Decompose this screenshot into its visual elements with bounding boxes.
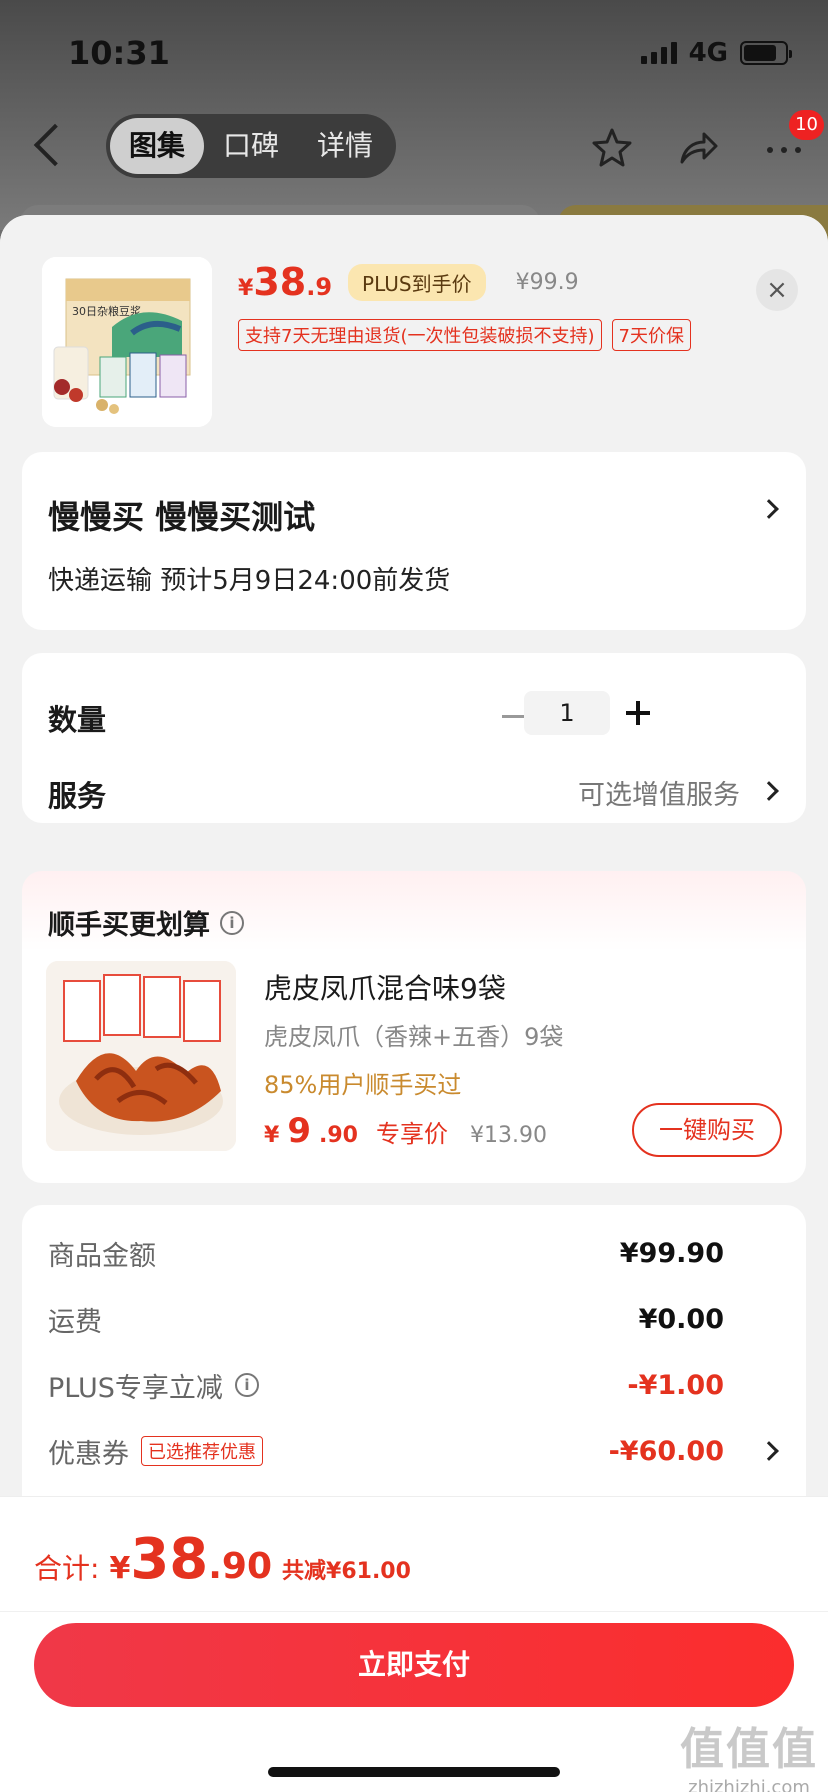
coupon-tag: 已选推荐优惠 (141, 1436, 263, 1466)
signal-icon (640, 42, 677, 64)
summary-row: 商品金额 ¥99.90 (48, 1237, 724, 1272)
pay-now-button[interactable]: 立即支付 (34, 1623, 794, 1707)
addon-subtitle: 虎皮凤爪（香辣+五香）9袋 (264, 1023, 564, 1051)
status-bar: 10:31 4G (0, 0, 828, 100)
total-amount: 合计: ¥ 38 .90 共减¥61.00 (34, 1527, 411, 1592)
addon-image[interactable] (46, 961, 236, 1151)
more-icon[interactable]: 10 (760, 110, 824, 172)
summary-row: PLUS专享立减 i -¥1.00 (48, 1369, 724, 1404)
tab-reviews[interactable]: 口碑 (204, 118, 298, 174)
plus-price-tag: PLUS到手价 (348, 263, 486, 301)
info-icon[interactable]: i (220, 910, 244, 935)
addon-name: 虎皮凤爪混合味9袋 (264, 972, 506, 1005)
quantity-plus-button[interactable] (626, 701, 650, 725)
price-protect-tag: 7天价保 (611, 319, 691, 351)
summary-row: 运费 ¥0.00 (48, 1303, 724, 1338)
top-nav: 图集 口碑 详情 10 (0, 110, 828, 190)
back-icon[interactable] (33, 123, 77, 167)
addon-card: 顺手买更划算 i 虎皮凤爪混合味9袋 虎皮凤爪（香辣+五香）9袋 85%用户顺手… (22, 871, 806, 1183)
checkout-footer: 合计: ¥ 38 .90 共减¥61.00 立即支付 值值值 zhizhizhi… (0, 1496, 828, 1792)
shipping-estimate: 快递运输 预计5月9日24:00前发货 (48, 566, 451, 596)
quantity-input[interactable]: 1 (524, 691, 610, 735)
service-value[interactable]: 可选增值服务 (578, 773, 740, 812)
battery-icon (740, 41, 792, 65)
addon-title: 顺手买更划算 i (48, 903, 244, 942)
chevron-right-icon (759, 499, 779, 519)
price-row: ¥38.9 PLUS到手价 ¥99.9 (238, 260, 579, 304)
product-thumbnail: 30日杂粮豆浆 (42, 257, 212, 427)
nav-actions: 10 (588, 110, 824, 172)
product-header: 30日杂粮豆浆 ¥38.9 PLUS到手价 ¥99.9 支持7天无理由退货(一次… (0, 215, 828, 455)
tab-details[interactable]: 详情 (298, 118, 392, 174)
divider (0, 1611, 828, 1612)
segment-tabs: 图集 口碑 详情 (106, 114, 396, 178)
return-policy-tag: 支持7天无理由退货(一次性包装破损不支持) (238, 319, 602, 351)
quantity-label: 数量 (48, 703, 107, 737)
tab-gallery[interactable]: 图集 (110, 118, 204, 174)
status-indicators: 4G (640, 38, 792, 68)
chevron-right-icon (759, 1441, 779, 1461)
price-summary-card: 商品金额 ¥99.90 运费 ¥0.00 PLUS专享立减 i -¥1.00 优惠… (22, 1205, 806, 1525)
service-label: 服务 (48, 779, 107, 813)
close-button[interactable]: × (756, 269, 798, 311)
addon-old-price: ¥13.90 (469, 1123, 547, 1148)
service-tags: 支持7天无理由退货(一次性包装破损不支持) 7天价保 (238, 319, 691, 351)
product-price: ¥38.9 (238, 260, 333, 304)
star-icon[interactable] (588, 124, 636, 172)
exclusive-price-tag: 专享价 (375, 1120, 448, 1148)
coupon-row[interactable]: 优惠券 已选推荐优惠 -¥60.00 (48, 1431, 780, 1471)
addon-popularity: 85%用户顺手买过 (264, 1071, 462, 1099)
chevron-right-icon (759, 781, 779, 801)
share-icon[interactable] (674, 124, 722, 172)
watermark: 值值值 zhizhizhi.com (680, 1724, 818, 1792)
quantity-card: 数量 1 服务 可选增值服务 (22, 653, 806, 823)
one-click-buy-button[interactable]: 一键购买 (632, 1103, 782, 1157)
total-saved: 共减¥61.00 (282, 1559, 411, 1584)
original-price: ¥99.9 (515, 269, 579, 295)
recipient-name: 慢慢买 慢慢买测试 (48, 498, 316, 536)
quantity-minus-button[interactable] (502, 715, 524, 718)
addon-price: ¥9.90 专享价 ¥13.90 (264, 1111, 547, 1151)
network-type: 4G (688, 38, 728, 68)
address-card[interactable]: 慢慢买 慢慢买测试 快递运输 预计5月9日24:00前发货 (22, 452, 806, 630)
notification-badge: 10 (789, 110, 824, 140)
status-time: 10:31 (68, 34, 170, 72)
home-indicator (268, 1767, 560, 1777)
info-icon[interactable]: i (234, 1373, 259, 1397)
